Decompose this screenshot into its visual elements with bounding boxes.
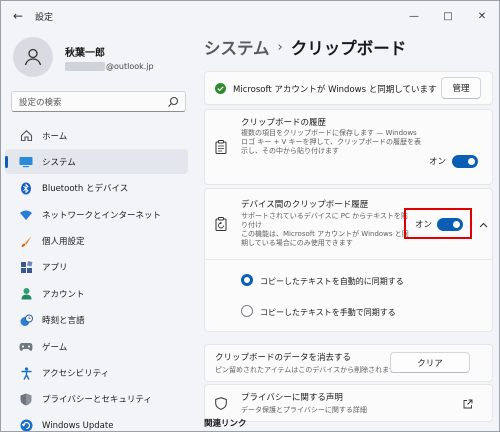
- sidebar-item-gaming[interactable]: ゲーム: [5, 334, 188, 359]
- search-icon[interactable]: [167, 96, 179, 108]
- cross-device-card: デバイス間のクリップボード履歴 サポートされているデバイスに PC からテキスト…: [204, 188, 493, 332]
- sidebar-item-bluetooth[interactable]: Bluetooth とデバイス: [5, 176, 188, 201]
- settings-window: ← 設定 — □ ✕ 秋葉一郎 @outlook.jp 設定の検索 ホーム シス…: [0, 0, 500, 432]
- main-content: システム › クリップボード Microsoft アカウントが Windows …: [196, 31, 499, 431]
- sidebar-item-label: プライバシーとセキュリティ: [42, 395, 152, 406]
- sidebar-item-windows-update[interactable]: Windows Update: [5, 413, 188, 431]
- manual-sync-radio[interactable]: [241, 305, 253, 317]
- email-suffix: @outlook.jp: [106, 61, 154, 71]
- history-toggle-label: オン: [429, 157, 447, 167]
- profile-email: @outlook.jp: [65, 61, 154, 71]
- breadcrumb-parent[interactable]: システム: [204, 35, 270, 59]
- sidebar-item-label: ゲーム: [42, 342, 68, 353]
- sidebar-item-accounts[interactable]: アカウント: [5, 281, 188, 306]
- options-divider: [205, 259, 492, 260]
- sidebar-item-label: システム: [42, 157, 76, 168]
- cross-device-toggle-label: オン: [415, 220, 433, 230]
- bluetooth-icon: [19, 181, 33, 195]
- sidebar-item-label: ネットワークとインターネット: [42, 210, 162, 221]
- clipboard-icon: [215, 140, 227, 154]
- breadcrumb-separator: ›: [277, 39, 283, 55]
- account-icon: [19, 287, 33, 301]
- sidebar-item-label: Bluetooth とデバイス: [42, 184, 129, 195]
- clock-globe-icon: [19, 313, 33, 327]
- cross-device-note: この機能は、Microsoft アカウントが Windows と同期している場合…: [241, 230, 409, 247]
- minimize-icon: —: [409, 10, 419, 22]
- maximize-button[interactable]: □: [431, 1, 465, 31]
- sidebar-item-accessibility[interactable]: アクセシビリティ: [5, 361, 188, 386]
- cross-device-title: デバイス間のクリップボード履歴: [241, 200, 369, 210]
- external-link-icon[interactable]: [463, 399, 473, 409]
- clear-button[interactable]: クリア: [390, 352, 470, 373]
- breadcrumb-current: クリップボード: [290, 39, 407, 58]
- cross-device-description: サポートされているデバイスに PC からテキストを貼り付け: [241, 212, 408, 229]
- check-circle-icon: [215, 83, 226, 94]
- brush-icon: [19, 234, 33, 248]
- sidebar-item-system[interactable]: システム: [5, 149, 188, 175]
- sync-banner: Microsoft アカウントが Windows と同期しています 管理: [204, 71, 493, 105]
- page-title: システム › クリップボード: [204, 35, 406, 59]
- search-input[interactable]: 設定の検索: [11, 91, 186, 112]
- auto-sync-label[interactable]: コピーしたテキストを自動的に同期する: [260, 276, 404, 287]
- history-description: 複数の項目をクリップボードに保存します — Windows ロゴ キー + V …: [241, 129, 421, 155]
- system-icon: [19, 155, 33, 169]
- sidebar-item-personalization[interactable]: 個人用設定: [5, 229, 188, 254]
- related-links-heading: 関連リンク: [204, 419, 247, 429]
- clear-data-card: クリップボードのデータを消去する ピン留めされたアイテムはこのデバイスから削除さ…: [204, 344, 493, 382]
- sync-status-text: Microsoft アカウントが Windows と同期しています: [233, 85, 437, 95]
- back-arrow-icon: ←: [12, 9, 24, 23]
- manual-sync-label[interactable]: コピーしたテキストを手動で同期する: [260, 307, 396, 318]
- avatar: [13, 37, 53, 77]
- privacy-description: データ保護とプライバシーに関する詳細: [241, 406, 367, 414]
- sidebar-item-label: アプリ: [42, 263, 68, 274]
- user-profile[interactable]: 秋葉一郎 @outlook.jp: [13, 37, 154, 77]
- email-redacted: [65, 61, 105, 71]
- nav-menu: ホーム システム Bluetooth とデバイス ネットワークとインターネット: [5, 123, 188, 431]
- sidebar-item-label: アカウント: [42, 289, 85, 300]
- title-bar: ← 設定 — □ ✕: [1, 1, 499, 31]
- home-icon: [19, 129, 33, 143]
- close-icon: ✕: [477, 10, 487, 22]
- chevron-up-icon[interactable]: [479, 222, 488, 228]
- gamepad-icon: [19, 340, 33, 354]
- window-title: 設定: [35, 12, 54, 23]
- sidebar-item-label: アクセシビリティ: [42, 369, 110, 380]
- history-toggle[interactable]: [452, 155, 478, 168]
- clear-description: ピン留めされたアイテムはこのデバイスから削除されません: [215, 366, 403, 374]
- cross-device-toggle[interactable]: [437, 218, 463, 231]
- profile-name: 秋葉一郎: [65, 47, 105, 59]
- sidebar-item-apps[interactable]: アプリ: [5, 255, 188, 280]
- window-controls: — □ ✕: [397, 1, 499, 31]
- privacy-card[interactable]: プライバシーに関する声明 データ保護とプライバシーに関する詳細: [204, 384, 493, 422]
- sidebar-item-home[interactable]: ホーム: [5, 123, 188, 148]
- sidebar-item-label: 時刻と言語: [42, 316, 85, 327]
- sidebar-item-label: 個人用設定: [42, 237, 85, 248]
- wifi-icon: [19, 208, 33, 222]
- close-button[interactable]: ✕: [465, 1, 499, 31]
- maximize-icon: □: [443, 10, 453, 22]
- apps-icon: [19, 260, 33, 274]
- user-icon: [24, 48, 42, 66]
- minimize-button[interactable]: —: [397, 1, 431, 31]
- sidebar-item-time-language[interactable]: 時刻と言語: [5, 308, 188, 333]
- clipboard-history-card: クリップボードの履歴 複数の項目をクリップボードに保存します — Windows…: [204, 109, 493, 185]
- history-title: クリップボードの履歴: [241, 118, 327, 128]
- sidebar-item-label: Windows Update: [42, 420, 114, 431]
- sidebar-item-privacy-security[interactable]: プライバシーとセキュリティ: [5, 387, 188, 412]
- shield-icon: [19, 392, 33, 406]
- manage-button[interactable]: 管理: [441, 77, 481, 99]
- search-placeholder: 設定の検索: [19, 97, 62, 108]
- shield-outline-icon: [215, 397, 227, 410]
- sidebar-item-network[interactable]: ネットワークとインターネット: [5, 202, 188, 227]
- privacy-title: プライバシーに関する声明: [241, 393, 343, 403]
- auto-sync-radio[interactable]: [241, 274, 253, 286]
- accessibility-icon: [19, 366, 33, 380]
- clear-title: クリップボードのデータを消去する: [215, 353, 352, 363]
- clipboard-sync-icon: [215, 217, 227, 231]
- back-button[interactable]: ←: [5, 3, 31, 29]
- update-icon: [19, 419, 33, 431]
- sidebar: 秋葉一郎 @outlook.jp 設定の検索 ホーム システム Bluetoot…: [1, 31, 196, 431]
- sidebar-item-label: ホーム: [42, 131, 68, 142]
